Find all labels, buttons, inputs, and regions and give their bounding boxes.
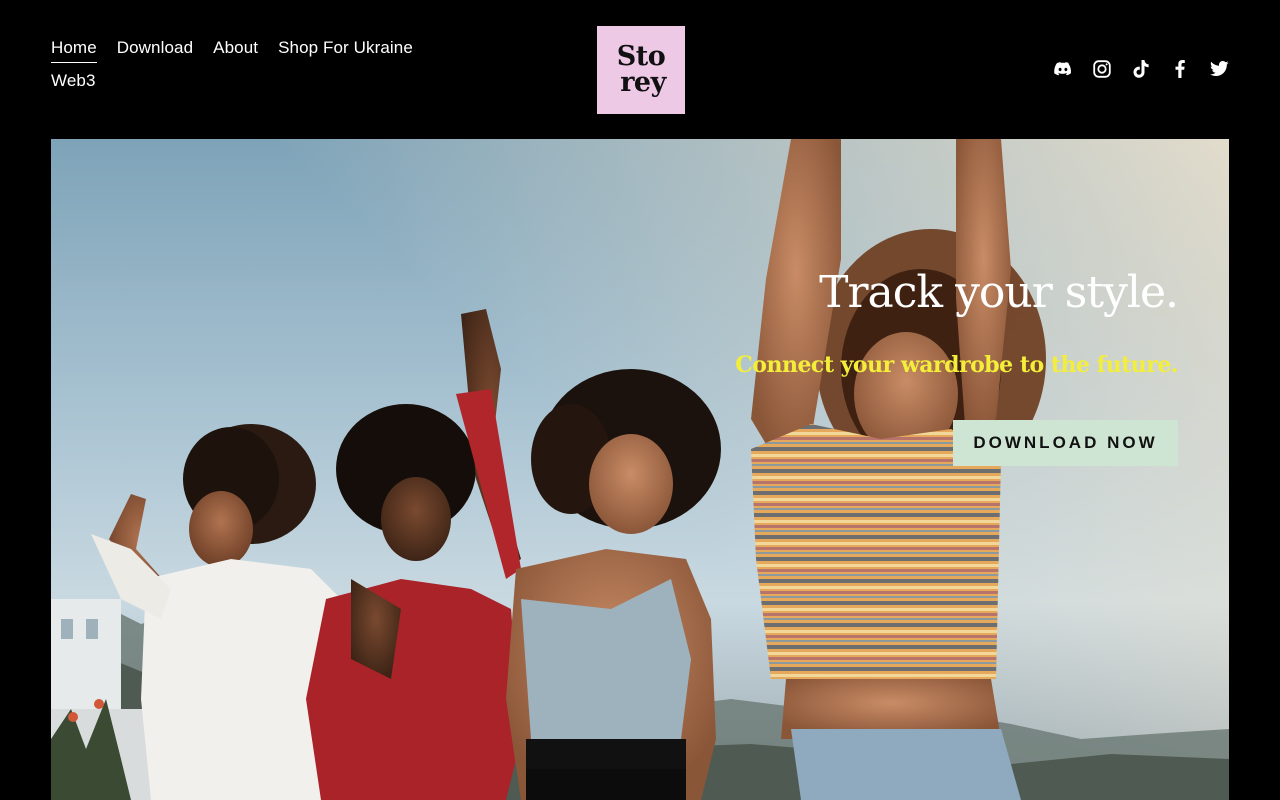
tiktok-icon[interactable]: [1130, 58, 1152, 80]
nav-link-web3[interactable]: Web3: [51, 71, 96, 95]
nav-link-download[interactable]: Download: [117, 38, 193, 62]
page: Home Download About Shop For Ukraine Web…: [0, 0, 1280, 800]
nav-row-2: Web3: [51, 71, 431, 104]
discord-icon[interactable]: [1052, 58, 1074, 80]
main-nav: Home Download About Shop For Ukraine Web…: [51, 38, 431, 104]
storey-logo[interactable]: Sto rey: [597, 26, 685, 114]
instagram-icon[interactable]: [1091, 58, 1113, 80]
facebook-icon[interactable]: [1169, 58, 1191, 80]
nav-link-home[interactable]: Home: [51, 38, 97, 63]
hero-section: Track your style. Connect your wardrobe …: [51, 139, 1229, 800]
nav-link-about[interactable]: About: [213, 38, 258, 62]
hero-title: Track your style.: [819, 267, 1179, 318]
nav-row-1: Home Download About Shop For Ukraine: [51, 38, 431, 71]
hero-subtitle: Connect your wardrobe to the future.: [735, 352, 1178, 378]
nav-link-shop-for-ukraine[interactable]: Shop For Ukraine: [278, 38, 413, 62]
social-links: [1035, 58, 1230, 80]
download-now-button[interactable]: DOWNLOAD NOW: [953, 420, 1178, 466]
logo-text-line-2: rey: [620, 67, 666, 98]
site-header: Home Download About Shop For Ukraine Web…: [0, 0, 1280, 139]
hero-photo: [51, 139, 1229, 800]
twitter-icon[interactable]: [1208, 58, 1230, 80]
